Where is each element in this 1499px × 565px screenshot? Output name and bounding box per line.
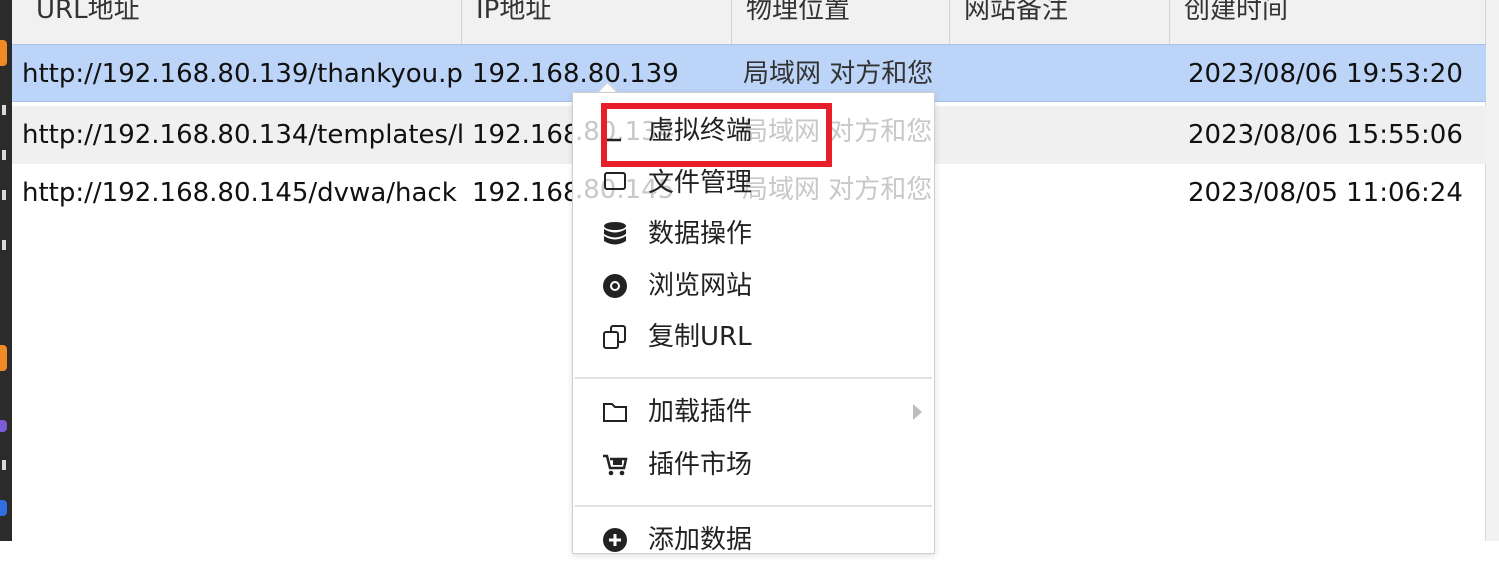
column-header-note[interactable]: 网站备注 [950, 0, 1170, 44]
submenu-arrow-icon [913, 404, 922, 420]
column-header-label: 网站备注 [964, 0, 1069, 25]
database-icon [601, 221, 631, 247]
menu-separator [575, 505, 932, 507]
menu-item-label: 复制URL [648, 322, 752, 352]
created-cell: 2023/08/06 15:55:06 [1188, 120, 1463, 150]
menu-item-label: 浏览网站 [648, 271, 753, 301]
folder-outline-icon [601, 399, 631, 425]
ip-cell: 192.168 [472, 120, 580, 150]
created-cell: 2023/08/06 19:53:20 [1188, 59, 1463, 89]
menu-item-label: 插件市场 [648, 450, 753, 480]
note-cell [962, 45, 1162, 103]
column-header-location[interactable]: 物理位置 [732, 0, 950, 44]
edge-marker [2, 240, 6, 250]
orange-status-dot [0, 40, 7, 66]
table-header: URL地址 IP地址 物理位置 网站备注 创建时间 [12, 0, 1486, 45]
column-header-label: URL地址 [36, 0, 140, 25]
orange-status-dot [0, 345, 7, 371]
note-cell [962, 106, 1162, 164]
column-header-label: IP地址 [476, 0, 552, 25]
ip-cell: 192.168 [472, 178, 580, 208]
menu-item-browse-site[interactable]: 浏览网站 [573, 261, 934, 311]
created-cell: 2023/08/05 11:06:24 [1188, 178, 1463, 208]
note-cell [962, 164, 1162, 222]
edge-marker [2, 150, 6, 160]
menu-item-load-plugin[interactable]: 加载插件 [573, 387, 934, 437]
purple-status-dot [0, 420, 7, 432]
copy-icon [601, 324, 631, 350]
menu-item-plugin-market[interactable]: 插件市场 [573, 440, 934, 490]
plus-circle-icon [601, 527, 631, 553]
cart-icon [601, 452, 631, 478]
url-cell: http://192.168.80.134/templates/l [22, 120, 462, 150]
annotation-highlight-box [601, 103, 832, 167]
folder-icon [601, 170, 631, 196]
menu-item-copy-url[interactable]: 复制URL [573, 312, 934, 362]
column-header-created[interactable]: 创建时间 [1170, 0, 1486, 44]
window-left-edge [0, 0, 12, 541]
menu-item-label: 数据操作 [648, 219, 753, 249]
vertical-scrollbar[interactable] [1485, 0, 1499, 541]
menu-separator [575, 377, 932, 379]
menu-item-database[interactable]: 数据操作 [573, 209, 934, 259]
menu-item-add-data[interactable]: 添加数据 [573, 515, 934, 565]
column-header-label: 创建时间 [1184, 0, 1289, 25]
url-cell: http://192.168.80.139/thankyou.p [22, 59, 462, 89]
edge-marker [2, 105, 6, 115]
column-header-url[interactable]: URL地址 [22, 0, 462, 44]
blue-status-dot [0, 500, 7, 516]
menu-item-label: 加载插件 [648, 397, 753, 427]
edge-marker [2, 190, 6, 200]
chrome-icon [601, 273, 631, 299]
menu-item-label: 添加数据 [648, 525, 753, 555]
column-header-label: 物理位置 [746, 0, 851, 25]
column-header-ip[interactable]: IP地址 [462, 0, 732, 44]
edge-marker [2, 460, 6, 470]
url-cell: http://192.168.80.145/dvwa/hack [22, 178, 457, 208]
